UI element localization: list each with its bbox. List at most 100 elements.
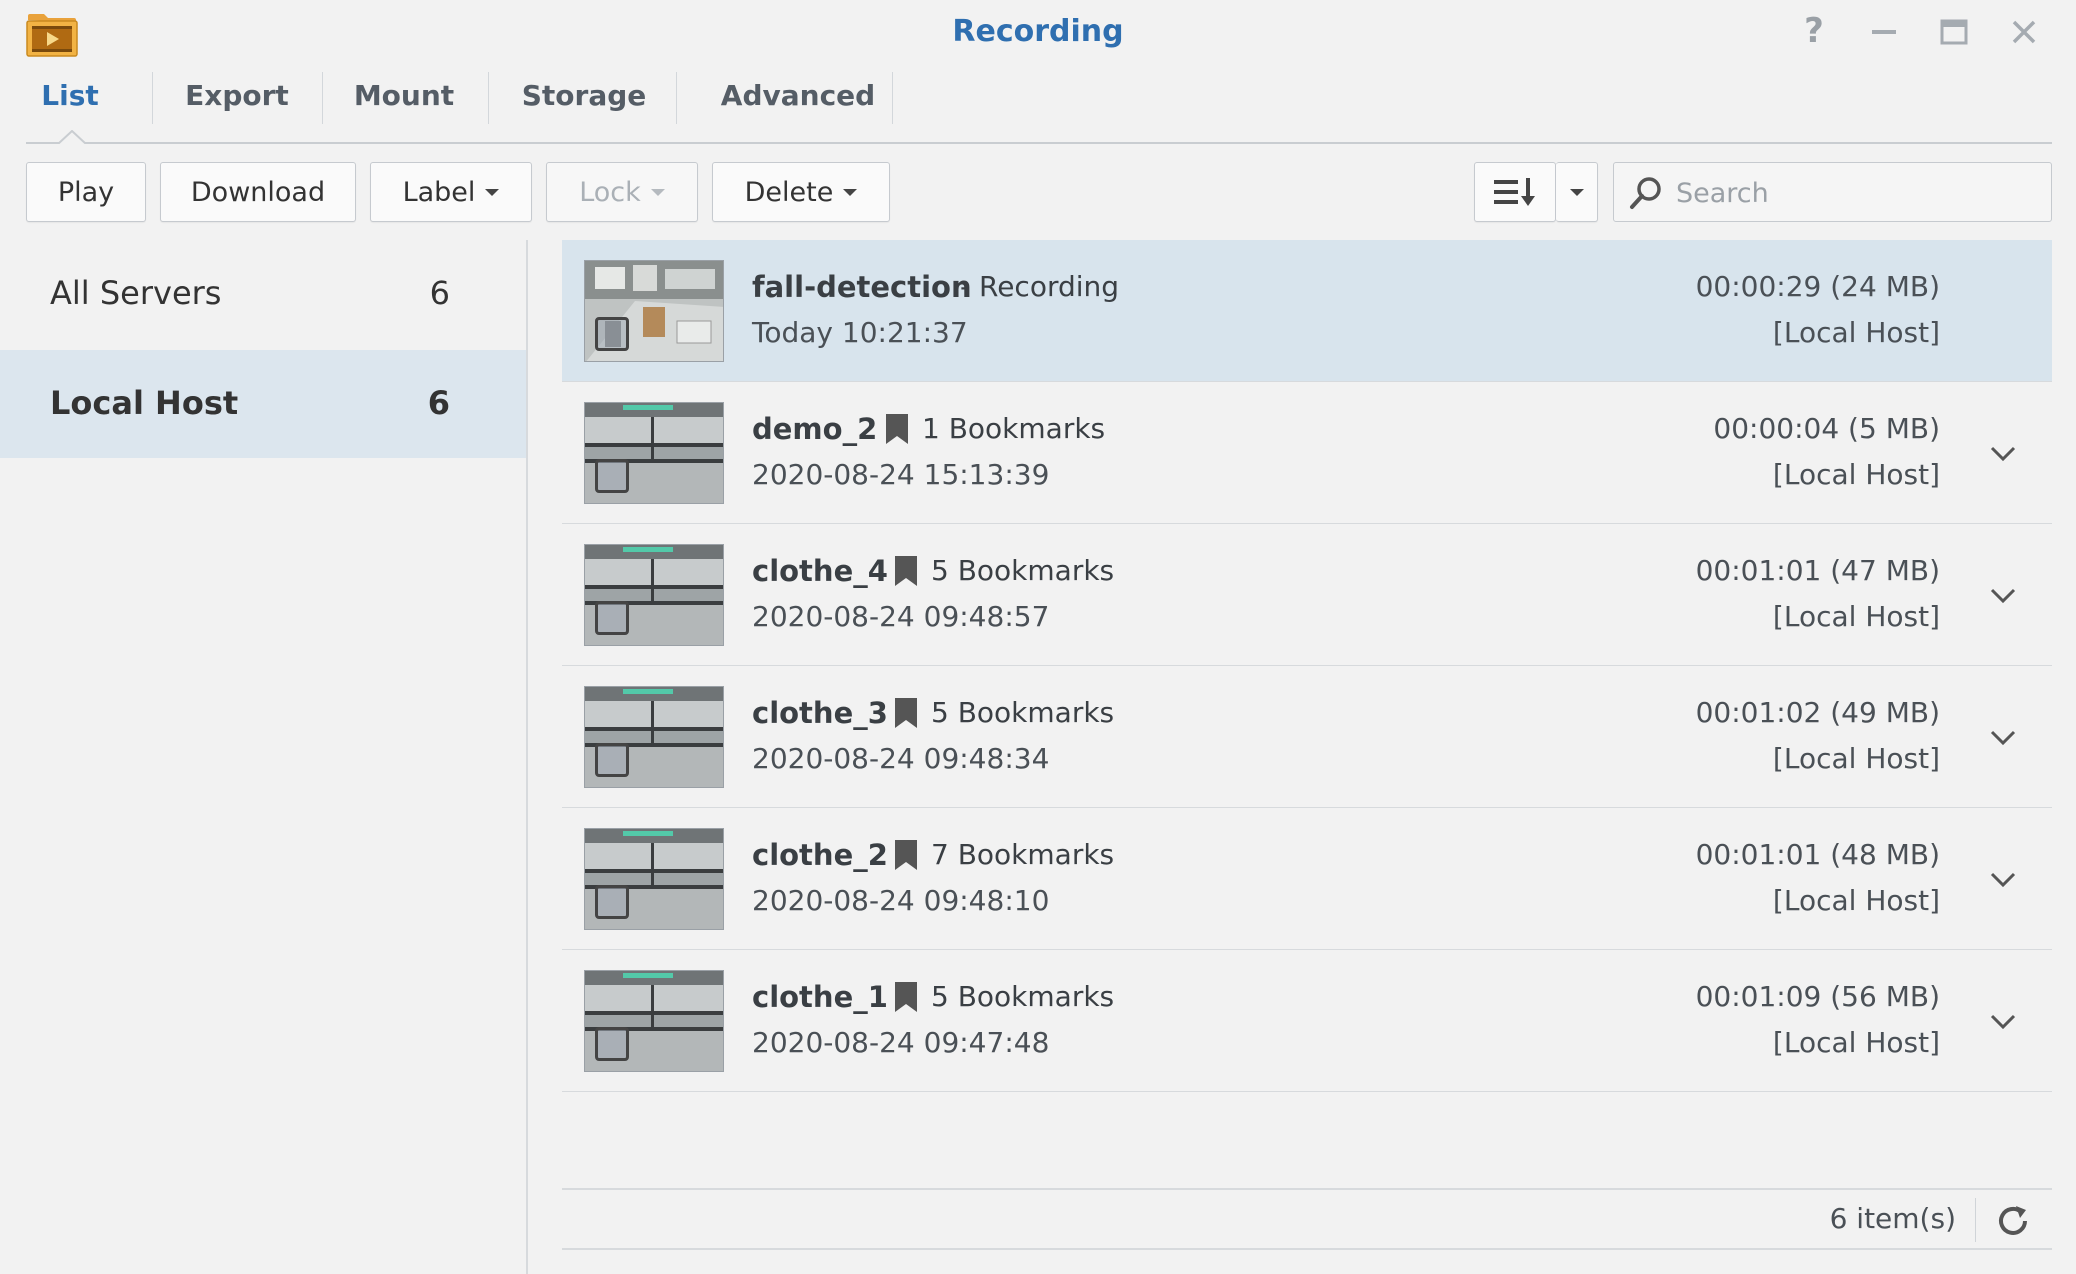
recording-duration: 00:00:29 (24 MB) [1695, 270, 1940, 303]
tab-divider [892, 72, 893, 124]
tab-storage[interactable]: Storage [488, 72, 680, 140]
bookmark-icon [895, 839, 917, 870]
toolbar: Play Download Label Lock Delete [0, 162, 2076, 224]
bookmarks-info: 5 Bookmarks [895, 980, 1114, 1013]
recording-thumbnail[interactable] [584, 970, 724, 1072]
recording-datetime: 2020-08-24 09:48:57 [752, 600, 1050, 633]
title-bar: Recording ? [0, 0, 2076, 70]
sidebar-item-label: Local Host [50, 384, 239, 422]
chevron-down-icon[interactable] [1988, 864, 2018, 894]
tab-advanced[interactable]: Advanced [676, 72, 920, 140]
recording-thumbnail[interactable] [584, 828, 724, 930]
list-footer: 6 item(s) [562, 1188, 2052, 1250]
caret-down-icon [485, 188, 500, 196]
recording-name: clothe_2 [752, 838, 888, 872]
recording-row[interactable]: clothe_2 7 Bookmarks 2020-08-24 09:48:10… [562, 808, 2052, 950]
recording-server: [Local Host] [1772, 1026, 1940, 1059]
recording-name: clothe_1 [752, 980, 888, 1014]
sort-options-dropdown[interactable] [1556, 162, 1598, 222]
sort-icon [1494, 178, 1535, 206]
bookmark-icon [895, 697, 917, 728]
play-button-label: Play [57, 176, 115, 208]
chevron-down-icon[interactable] [1988, 580, 2018, 610]
bookmarks-info: 5 Bookmarks [895, 554, 1114, 587]
recording-server: [Local Host] [1772, 742, 1940, 775]
tab-mount[interactable]: Mount [322, 72, 486, 140]
label-dropdown-button[interactable]: Label [370, 162, 532, 222]
bookmark-count: 1 Bookmarks [922, 412, 1106, 445]
delete-dropdown-button[interactable]: Delete [712, 162, 890, 222]
refresh-icon[interactable] [1994, 1202, 2032, 1240]
recording-thumbnail[interactable] [584, 686, 724, 788]
recording-status: - Recording [960, 270, 1120, 303]
sidebar-item-count: 6 [429, 274, 450, 312]
chevron-down-icon[interactable] [1988, 1006, 2018, 1036]
select-checkbox[interactable] [595, 317, 629, 351]
bookmark-icon [886, 413, 908, 444]
sort-button[interactable] [1474, 162, 1556, 222]
recording-datetime: 2020-08-24 15:13:39 [752, 458, 1050, 491]
help-icon[interactable]: ? [1796, 14, 1832, 50]
chevron-down-icon[interactable] [1988, 438, 2018, 468]
bookmarks-info: 7 Bookmarks [895, 838, 1114, 871]
recording-row[interactable]: clothe_1 5 Bookmarks 2020-08-24 09:47:48… [562, 950, 2052, 1092]
lock-dropdown-button[interactable]: Lock [546, 162, 698, 222]
window-title: Recording [952, 14, 1124, 49]
select-checkbox[interactable] [595, 601, 629, 635]
select-checkbox[interactable] [595, 743, 629, 777]
recording-thumbnail[interactable] [584, 402, 724, 504]
sidebar-item-count: 6 [427, 384, 450, 422]
tab-export[interactable]: Export [152, 72, 322, 140]
server-sidebar: All Servers 6 Local Host 6 [0, 240, 528, 1274]
bookmark-count: 5 Bookmarks [931, 554, 1115, 587]
recording-name: clothe_4 [752, 554, 888, 588]
sidebar-item-all-servers[interactable]: All Servers 6 [0, 240, 526, 348]
recording-server: [Local Host] [1772, 316, 1940, 349]
bookmark-count: 7 Bookmarks [931, 838, 1115, 871]
select-checkbox[interactable] [595, 1027, 629, 1061]
recording-row[interactable]: clothe_3 5 Bookmarks 2020-08-24 09:48:34… [562, 666, 2052, 808]
recording-name: fall-detection [752, 270, 972, 304]
recording-row[interactable]: clothe_4 5 Bookmarks 2020-08-24 09:48:57… [562, 524, 2052, 666]
search-box[interactable] [1613, 162, 2052, 222]
bookmarks-info: 5 Bookmarks [895, 696, 1114, 729]
download-button[interactable]: Download [160, 162, 356, 222]
recording-row[interactable]: fall-detection - Recording Today 10:21:3… [562, 240, 2052, 382]
sidebar-item-label: All Servers [50, 274, 222, 312]
recording-thumbnail[interactable] [584, 544, 724, 646]
recording-server: [Local Host] [1772, 884, 1940, 917]
bookmark-icon [895, 555, 917, 586]
bookmark-icon [895, 981, 917, 1012]
chevron-down-icon[interactable] [1988, 722, 2018, 752]
footer-divider [1975, 1198, 1976, 1242]
recording-datetime: Today 10:21:37 [752, 316, 968, 349]
caret-down-icon [1569, 188, 1584, 196]
recording-datetime: 2020-08-24 09:48:34 [752, 742, 1050, 775]
recording-duration: 00:01:01 (47 MB) [1695, 554, 1940, 587]
label-button-label: Label [402, 176, 476, 208]
delete-button-label: Delete [744, 176, 834, 208]
caret-down-icon [650, 188, 665, 196]
close-icon[interactable] [2006, 14, 2042, 50]
recording-thumbnail[interactable] [584, 260, 724, 362]
bookmarks-info: 1 Bookmarks [886, 412, 1105, 445]
recording-datetime: 2020-08-24 09:47:48 [752, 1026, 1050, 1059]
tab-bar: List Export Mount Storage Advanced [26, 72, 2052, 144]
select-checkbox[interactable] [595, 885, 629, 919]
search-input[interactable] [1674, 173, 2034, 213]
recording-name: clothe_3 [752, 696, 888, 730]
recording-row[interactable]: demo_2 1 Bookmarks 2020-08-24 15:13:39 0… [562, 382, 2052, 524]
recording-duration: 00:00:04 (5 MB) [1713, 412, 1940, 445]
sidebar-item-local-host[interactable]: Local Host 6 [0, 350, 526, 458]
select-checkbox[interactable] [595, 459, 629, 493]
item-count: 6 item(s) [1829, 1202, 1956, 1235]
download-button-label: Download [190, 176, 326, 208]
recording-datetime: 2020-08-24 09:48:10 [752, 884, 1050, 917]
maximize-icon[interactable] [1936, 14, 1972, 50]
play-button[interactable]: Play [26, 162, 146, 222]
lock-button-label: Lock [579, 176, 641, 208]
active-tab-indicator [58, 130, 86, 144]
minimize-icon[interactable] [1866, 14, 1902, 50]
caret-down-icon [843, 188, 858, 196]
recording-name: demo_2 [752, 412, 878, 446]
